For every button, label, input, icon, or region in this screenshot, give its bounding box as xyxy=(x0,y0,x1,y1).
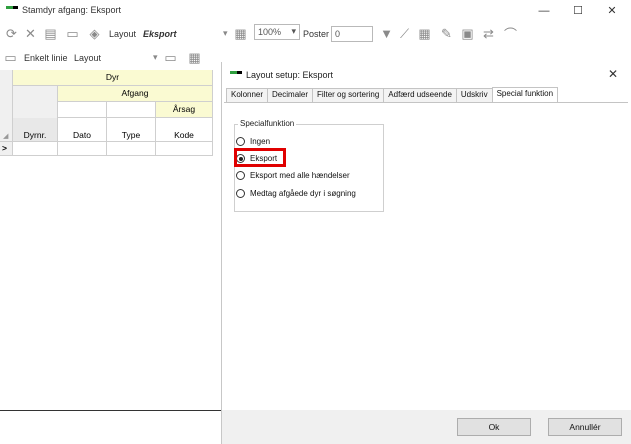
row-marker: > xyxy=(0,142,13,156)
layout-combo[interactable]: Layout xyxy=(74,53,101,63)
zoom-value: 100% xyxy=(258,27,282,37)
print-icon[interactable]: ▭ xyxy=(162,49,179,66)
window-title: Stamdyr afgang: Eksport xyxy=(22,5,122,15)
radio-label: Eksport med alle hændelser xyxy=(250,171,350,180)
dialog-title: Layout setup: Eksport xyxy=(246,70,334,80)
app-icon xyxy=(6,6,18,15)
maximize-button[interactable]: ☐ xyxy=(568,3,588,19)
poster-count-field[interactable]: 0 xyxy=(331,26,373,42)
edit-icon[interactable]: ✎ xyxy=(438,25,455,42)
grid-subsub-header: Årsag xyxy=(156,102,213,118)
main-toolbar: ⟳ ✕ ▤ ▭ ◈ Layout Eksport ▾ ▦ 100% ▾ Post… xyxy=(0,22,631,46)
pencil-icon[interactable]: ⟋ xyxy=(396,25,413,42)
grid-group-header: Dyr xyxy=(13,70,213,86)
dialog-tabs: Kolonner Decimaler Filter og sortering A… xyxy=(226,87,559,102)
ok-button[interactable]: Ok xyxy=(457,418,531,436)
radio-button[interactable] xyxy=(236,171,245,180)
refresh-icon[interactable]: ⟳ xyxy=(3,25,20,42)
zoom-select[interactable]: 100% ▾ xyxy=(254,24,300,40)
tab-special-funktion[interactable]: Special funktion xyxy=(491,87,559,102)
grid-subgroup-header: Afgang xyxy=(58,86,213,102)
highlight-box xyxy=(234,148,286,167)
groupbox-title: Specialfunktion xyxy=(238,119,297,128)
grid-bottom-border xyxy=(0,410,221,411)
layout-dropdown-icon[interactable]: ▾ xyxy=(223,28,228,39)
layout-setup-dialog: Layout setup: Eksport ✕ Kolonner Decimal… xyxy=(221,62,631,444)
dialog-close-button[interactable]: ✕ xyxy=(608,67,618,81)
column-header-type[interactable]: Type xyxy=(107,118,156,142)
radio-ingen[interactable]: Ingen xyxy=(236,137,270,146)
column-header-dyrnr[interactable]: Dyrnr. xyxy=(13,118,58,142)
column-header-dato[interactable]: Dato xyxy=(58,118,107,142)
close-window-button[interactable]: ✕ xyxy=(602,3,622,19)
sort-corner-icon: ◢ xyxy=(3,133,9,140)
radio-eksport-alle-haendelser[interactable]: Eksport med alle hændelser xyxy=(236,171,350,180)
delete-icon[interactable]: ✕ xyxy=(22,25,39,42)
cancel-button[interactable]: Annullér xyxy=(548,418,622,436)
chart-icon[interactable]: ⌒ xyxy=(502,25,519,42)
printer-icon[interactable]: ▭ xyxy=(64,25,81,42)
tab-kolonner[interactable]: Kolonner xyxy=(226,88,269,102)
grid-header-filler xyxy=(58,102,107,118)
layout-select[interactable]: Eksport xyxy=(143,29,177,39)
radio-label: Ingen xyxy=(250,137,271,146)
minimize-button[interactable]: — xyxy=(534,3,554,19)
filter-icon[interactable]: ▼ xyxy=(378,25,395,42)
tab-filter-og-sortering[interactable]: Filter og sortering xyxy=(312,88,385,102)
secondary-toolbar: ▭ Enkelt linie Layout ▾ ▭ ▦ xyxy=(0,48,220,68)
radio-label: Medtag afgåede dyr i søgning xyxy=(250,189,356,198)
layout-icon[interactable]: ◈ xyxy=(86,25,103,42)
radio-medtag-afgaaede-dyr[interactable]: Medtag afgåede dyr i søgning xyxy=(236,189,356,198)
grid-cell[interactable] xyxy=(58,142,107,156)
grid-cell[interactable] xyxy=(13,142,58,156)
poster-label: Poster xyxy=(303,29,330,39)
arrows-icon[interactable]: ⇄ xyxy=(480,25,497,42)
dialog-app-icon xyxy=(230,71,242,79)
export-icon[interactable]: ▤ xyxy=(42,25,59,42)
single-line-icon[interactable]: ▭ xyxy=(2,49,19,66)
chevron-down-icon: ▾ xyxy=(291,26,296,36)
tab-udskriv[interactable]: Udskriv xyxy=(455,88,493,102)
single-line-button[interactable]: Enkelt linie xyxy=(24,53,68,63)
dialog-footer: Ok Annullér xyxy=(222,410,631,444)
radio-button[interactable] xyxy=(236,189,245,198)
column-header-kode[interactable]: Kode xyxy=(156,118,213,142)
calculator-icon[interactable]: ▦ xyxy=(232,25,249,42)
sup-icon[interactable]: ▣ xyxy=(459,25,476,42)
layout-label: Layout xyxy=(109,29,137,39)
grid-header-filler xyxy=(107,102,156,118)
table-icon[interactable]: ▦ xyxy=(416,25,433,42)
data-grid: Dyr Afgang Årsag Dyrnr. Dato Type Kode >… xyxy=(0,70,221,160)
title-bar: Stamdyr afgang: Eksport — ☐ ✕ xyxy=(0,0,631,22)
tab-decimaler[interactable]: Decimaler xyxy=(267,88,314,102)
grid-cell[interactable] xyxy=(156,142,213,156)
grid-cell[interactable] xyxy=(107,142,156,156)
print-preview-icon[interactable]: ▦ xyxy=(186,49,203,66)
tab-adfaerd-udseende[interactable]: Adfærd udseende xyxy=(383,88,457,102)
layout-combo-dropdown-icon[interactable]: ▾ xyxy=(153,52,158,63)
radio-button[interactable] xyxy=(236,137,245,146)
